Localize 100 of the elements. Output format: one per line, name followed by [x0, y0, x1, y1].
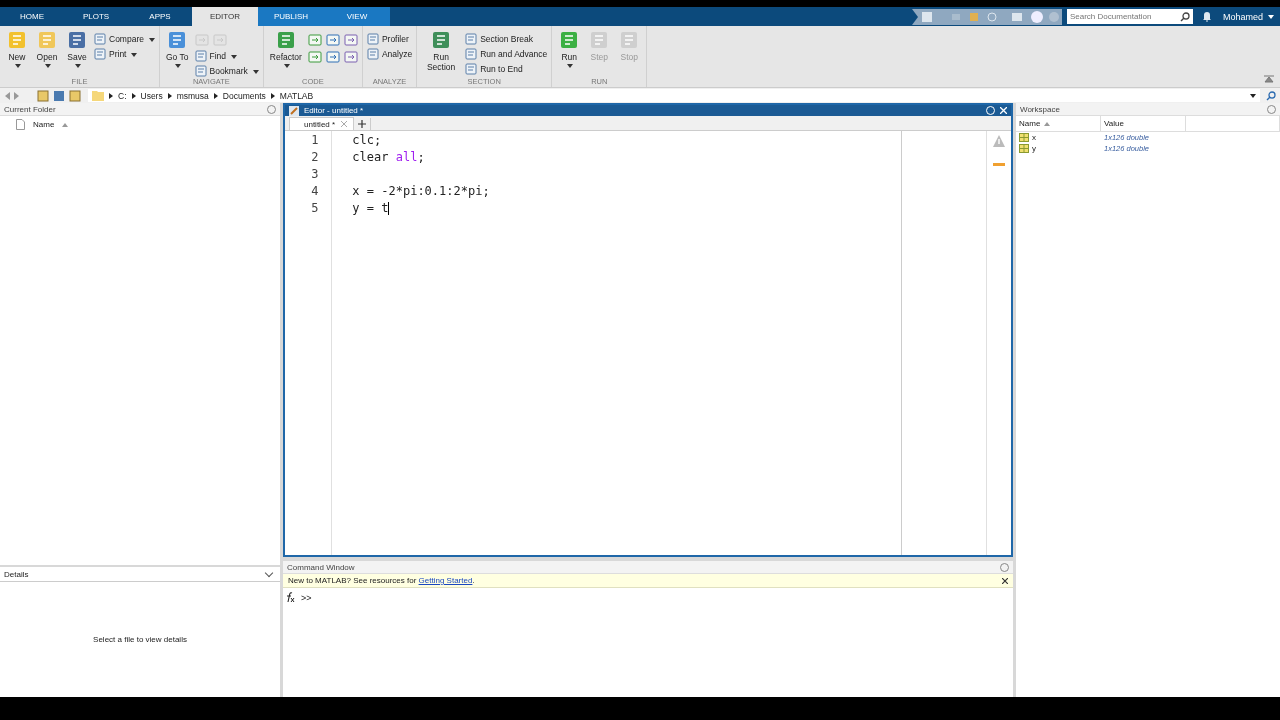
search-icon[interactable]	[1266, 90, 1276, 101]
file-tab[interactable]: untitled *	[289, 117, 355, 130]
window-title: Editor - untitled *	[304, 106, 364, 115]
sort-icon	[1044, 121, 1051, 126]
ribbon-tab[interactable]: HOME	[0, 7, 64, 26]
path-segment[interactable]: Users	[140, 90, 163, 101]
ribbon-button[interactable]: Refactor	[267, 29, 304, 77]
warning-icon	[993, 135, 1005, 147]
toolbar-icon[interactable]	[307, 50, 322, 64]
function-browser-icon[interactable]	[286, 592, 295, 603]
command-prompt[interactable]: >>	[301, 592, 312, 603]
tool-icon	[366, 48, 379, 60]
variable-icon	[1019, 144, 1029, 153]
ribbon-button[interactable]: Open	[34, 29, 60, 77]
tool-icon	[194, 65, 207, 77]
ribbon-button[interactable]: Analyze	[366, 48, 413, 60]
toolbar-icon[interactable]	[343, 33, 358, 47]
toolbar-icon[interactable]	[325, 50, 340, 64]
tool-icon	[94, 33, 106, 45]
navigation-icons-drawing[interactable]	[4, 89, 82, 102]
column-header[interactable]: Name	[1019, 119, 1041, 128]
ribbon-button[interactable]: Save	[64, 29, 90, 77]
ribbon-tab[interactable]: EDITOR	[192, 7, 258, 26]
path-segment[interactable]: msmusa	[176, 90, 209, 101]
ribbon-button[interactable]: Go To	[163, 29, 191, 77]
caret-icon[interactable]	[1250, 93, 1256, 98]
bell-icon[interactable]	[1201, 11, 1212, 22]
file-icon	[16, 119, 25, 130]
search-icon	[1179, 11, 1190, 22]
search-field[interactable]: Search Documentation	[1066, 9, 1193, 24]
add-tab-icon[interactable]	[358, 120, 367, 128]
tool-icon	[275, 30, 296, 50]
panel-title: Command Window	[287, 562, 355, 572]
ribbon-button[interactable]: Profiler	[366, 33, 409, 45]
column-header[interactable]: Value	[1104, 119, 1124, 128]
tool-icon	[559, 30, 580, 50]
separator-icon	[270, 92, 275, 99]
separator-icon	[213, 92, 218, 99]
tool-icon	[589, 30, 610, 50]
tool-icon	[94, 48, 106, 60]
line-number: 2	[310, 149, 320, 166]
ribbon-button[interactable]: Run to End	[465, 63, 523, 75]
variable-name[interactable]: x	[1032, 133, 1036, 142]
ribbon-tab[interactable]: VIEW	[324, 7, 390, 26]
code-line: x = -2*pi:0.1:2*pi;	[352, 183, 490, 200]
code-line: y = t	[352, 200, 389, 217]
details-message: Select a file to view details	[93, 635, 187, 644]
tool-icon	[619, 30, 640, 50]
panel-title: Current Folder	[4, 104, 56, 114]
folder-icon	[92, 90, 104, 101]
close-icon[interactable]	[1002, 577, 1008, 584]
ribbon-button[interactable]: Find	[194, 50, 238, 62]
ribbon-tab[interactable]: PLOTS	[64, 7, 128, 26]
tool-icon	[167, 30, 188, 50]
quick-access-toolbar-drawing[interactable]	[911, 8, 1062, 25]
ribbon-button[interactable]: Run Section	[421, 29, 462, 77]
tool-icon	[194, 50, 207, 62]
column-header[interactable]: Name	[33, 120, 55, 129]
caret-icon[interactable]	[1268, 14, 1274, 19]
ribbon-button[interactable]: New	[4, 29, 30, 77]
ribbon-button[interactable]: Print	[94, 48, 138, 60]
address-bar[interactable]: C: Users msmusa Documents MATLAB	[88, 89, 1260, 102]
panel-title: Workspace	[1020, 104, 1060, 114]
tool-icon	[7, 30, 27, 50]
toolbar-icon[interactable]	[307, 33, 322, 47]
separator-icon	[167, 92, 172, 99]
variable-icon	[1019, 133, 1029, 142]
toolbar-icon[interactable]	[343, 50, 358, 64]
tool-icon	[37, 30, 57, 50]
warning-marker[interactable]	[993, 163, 1005, 166]
toolbar-icon[interactable]	[325, 33, 340, 47]
line-number: 3	[310, 166, 320, 183]
tool-icon	[465, 63, 478, 75]
ribbon-tab[interactable]: APPS	[128, 7, 192, 26]
line-number: 5	[310, 200, 320, 217]
code-line: clear all;	[352, 149, 425, 166]
tool-icon	[67, 30, 87, 50]
ribbon-tab[interactable]: PUBLISH	[258, 7, 324, 26]
sort-icon	[62, 122, 69, 127]
line-number: 4	[310, 183, 320, 200]
ribbon-button[interactable]: Run	[556, 29, 583, 77]
ribbon-button[interactable]: Section Break	[465, 33, 534, 45]
separator-icon	[131, 92, 136, 99]
ribbon-button[interactable]: Bookmark	[194, 65, 259, 77]
user-menu[interactable]: Mohamed	[1222, 11, 1263, 22]
line-number: 1	[310, 132, 320, 149]
collapse-icon[interactable]	[1264, 75, 1274, 83]
tool-icon	[465, 33, 478, 45]
tool-icon	[431, 30, 452, 50]
editor-icon	[289, 105, 299, 116]
variable-name[interactable]: y	[1032, 144, 1036, 153]
path-segment[interactable]: C:	[118, 90, 127, 101]
path-segment[interactable]: Documents	[222, 90, 266, 101]
tool-icon	[366, 33, 379, 45]
code-line: clc;	[352, 132, 382, 149]
separator-icon	[109, 92, 113, 99]
ribbon-button[interactable]: Run and Advance	[465, 48, 548, 60]
path-segment[interactable]: MATLAB	[279, 90, 314, 101]
ribbon-button[interactable]: Compare	[94, 33, 155, 45]
tool-icon	[465, 48, 478, 60]
